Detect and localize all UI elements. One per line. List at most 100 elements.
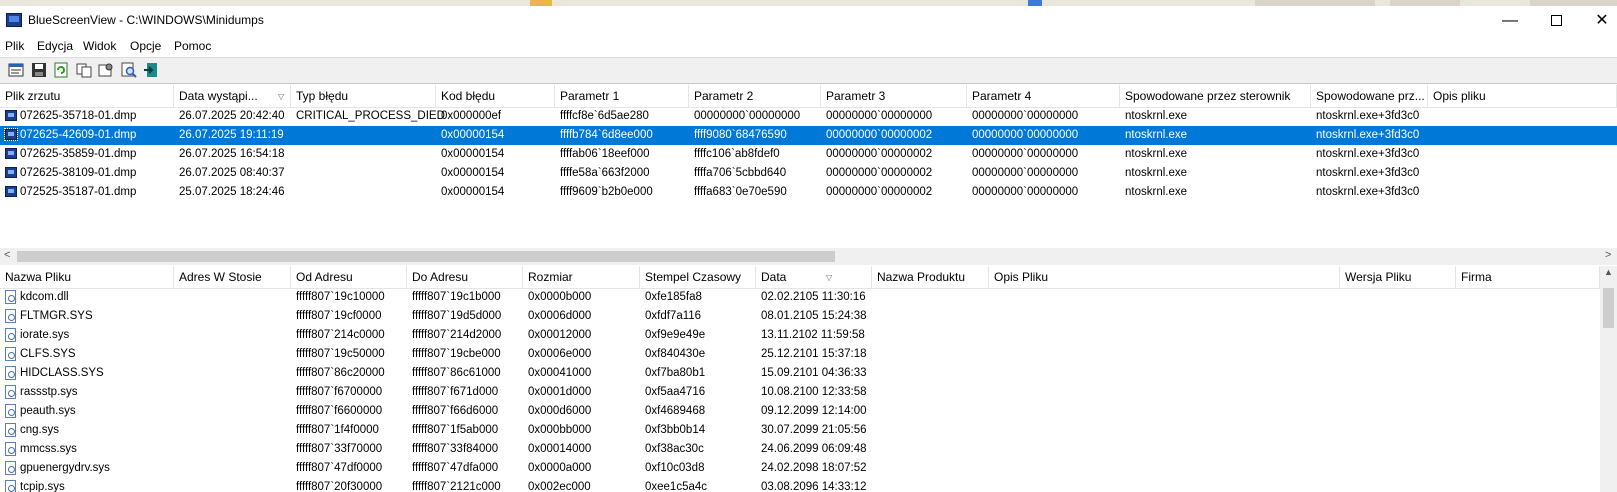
cell-bug-check: CRITICAL_PROCESS_DIED: [296, 110, 445, 122]
cell-param-4: 00000000`00000000: [972, 110, 1079, 122]
table-row[interactable]: rassstp.sys fffff807`f6700000 fffff807`f…: [0, 383, 1617, 402]
copy-icon[interactable]: [75, 61, 93, 79]
col-nazwa-produktu[interactable]: Nazwa Produktu: [872, 266, 989, 288]
menu-opcje[interactable]: Opcje: [130, 39, 161, 53]
table-row[interactable]: CLFS.SYS fffff807`19c50000 fffff807`19cb…: [0, 345, 1617, 364]
table-row[interactable]: gpuenergydrv.sys fffff807`47df0000 fffff…: [0, 459, 1617, 478]
menu-plik[interactable]: Plik: [5, 39, 24, 53]
cell-crash-time: 26.07.2025 19:11:19: [179, 129, 284, 141]
col-rozmiar[interactable]: Rozmiar: [523, 266, 640, 288]
file-icon: [5, 347, 16, 361]
menu-widok[interactable]: Widok: [83, 39, 116, 53]
table-row[interactable]: FLTMGR.SYS fffff807`19cf0000 fffff807`19…: [0, 307, 1617, 326]
cell-driver: ntoskrnl.exe: [1125, 186, 1188, 198]
table-row[interactable]: 072625-35859-01.dmp 26.07.2025 16:54:18 …: [0, 145, 1617, 164]
col-typ-bledu[interactable]: Typ błędu: [291, 85, 436, 107]
cell-date: 03.08.2096 14:33:12: [761, 481, 867, 492]
close-button[interactable]: ✕: [1579, 8, 1617, 34]
toolbar: [0, 57, 1617, 84]
table-row[interactable]: iorate.sys fffff807`214c0000 fffff807`21…: [0, 326, 1617, 345]
dump-file-icon: [4, 128, 18, 141]
cell-param-3: 00000000`00000002: [826, 167, 933, 179]
cell-param-2: 00000000`00000000: [694, 110, 801, 122]
table-row[interactable]: 072625-38109-01.dmp 26.07.2025 08:40:37 …: [0, 164, 1617, 183]
cell-from-address: fffff807`86c20000: [296, 367, 385, 379]
cell-driver: ntoskrnl.exe: [1125, 167, 1188, 179]
minimize-button[interactable]: —: [1487, 8, 1533, 34]
scrollbar-thumb[interactable]: [17, 251, 835, 262]
table-row[interactable]: tcpip.sys fffff807`20f30000 fffff807`212…: [0, 478, 1617, 492]
col-od-adresu[interactable]: Od Adresu: [291, 266, 407, 288]
cell-to-address: fffff807`f671d000: [412, 386, 499, 398]
scroll-left-icon[interactable]: <: [4, 249, 10, 261]
cell-file-name: tcpip.sys: [20, 481, 65, 492]
menu-bar: Plik Edycja Widok Opcje Pomoc: [0, 36, 1617, 56]
cell-to-address: fffff807`214d2000: [412, 329, 502, 341]
col-kod-bledu[interactable]: Kod błędu: [436, 85, 555, 107]
table-row[interactable]: mmcss.sys fffff807`33f70000 fffff807`33f…: [0, 440, 1617, 459]
file-icon: [5, 366, 16, 380]
col-data-wystapienia[interactable]: Data wystąpi...: [174, 85, 291, 107]
col-parametr-2[interactable]: Parametr 2: [689, 85, 821, 107]
col-adres-w-stosie[interactable]: Adres W Stosie: [174, 266, 291, 288]
cell-size: 0x0001d000: [528, 386, 592, 398]
cell-size: 0x00041000: [528, 367, 592, 379]
cell-from-address: fffff807`19c50000: [296, 348, 385, 360]
scrollbar-thumb[interactable]: [1603, 288, 1614, 328]
file-icon: [5, 290, 16, 304]
cell-to-address: fffff807`19cbe000: [412, 348, 501, 360]
table-row[interactable]: 072525-35187-01.dmp 25.07.2025 18:24:46 …: [0, 183, 1617, 202]
col-spowodowane-sterownik[interactable]: Spowodowane przez sterownik: [1120, 85, 1311, 107]
sort-desc-icon: ▽: [826, 273, 833, 282]
cell-timestamp: 0xf4689468: [645, 405, 706, 417]
cell-date: 15.09.2101 04:36:33: [761, 367, 867, 379]
col-parametr-4[interactable]: Parametr 4: [967, 85, 1120, 107]
cell-file-name: iorate.sys: [20, 329, 70, 341]
file-icon: [5, 461, 16, 475]
cell-timestamp: 0xf9e9e49e: [645, 329, 706, 341]
properties-icon[interactable]: [7, 61, 25, 79]
options-icon[interactable]: [97, 61, 115, 79]
refresh-icon[interactable]: [52, 61, 70, 79]
menu-pomoc[interactable]: Pomoc: [174, 39, 211, 53]
cell-address: ntoskrnl.exe+3fd3c0: [1316, 167, 1420, 179]
cell-from-address: fffff807`214c0000: [296, 329, 385, 341]
menu-edycja[interactable]: Edycja: [37, 39, 73, 53]
save-icon[interactable]: [30, 61, 48, 79]
col-nazwa-pliku[interactable]: Nazwa Pliku: [0, 266, 174, 288]
col-plik-zrzutu[interactable]: Plik zrzutu: [0, 85, 174, 107]
table-row-selected[interactable]: 072625-42609-01.dmp 26.07.2025 19:11:19 …: [0, 126, 1617, 145]
cell-dump-file: 072625-38109-01.dmp: [20, 167, 137, 179]
cell-dump-file: 072625-42609-01.dmp: [20, 129, 137, 141]
col-opis-pliku[interactable]: Opis Pliku: [989, 266, 1340, 288]
col-opis-pliku[interactable]: Opis pliku: [1428, 85, 1617, 107]
col-spowodowane-adres[interactable]: Spowodowane prz...: [1311, 85, 1428, 107]
scroll-right-icon[interactable]: >: [1605, 249, 1611, 261]
cell-to-address: fffff807`2121c000: [412, 481, 501, 492]
table-row[interactable]: cng.sys fffff807`1f4f0000 fffff807`1f5ab…: [0, 421, 1617, 440]
file-icon: [5, 385, 16, 399]
cell-dump-file: 072525-35187-01.dmp: [20, 186, 137, 198]
col-stempel-czasowy[interactable]: Stempel Czasowy: [640, 266, 756, 288]
col-data[interactable]: Data: [756, 266, 872, 288]
table-row[interactable]: HIDCLASS.SYS fffff807`86c20000 fffff807`…: [0, 364, 1617, 383]
table-row[interactable]: kdcom.dll fffff807`19c10000 fffff807`19c…: [0, 288, 1617, 307]
table-row[interactable]: 072625-35718-01.dmp 26.07.2025 20:42:40 …: [0, 107, 1617, 126]
horizontal-scrollbar[interactable]: < >: [0, 248, 1617, 265]
cell-timestamp: 0xf38ac30c: [645, 443, 704, 455]
find-icon[interactable]: [120, 61, 138, 79]
table-row[interactable]: peauth.sys fffff807`f6600000 fffff807`f6…: [0, 402, 1617, 421]
col-parametr-3[interactable]: Parametr 3: [821, 85, 967, 107]
col-parametr-1[interactable]: Parametr 1: [555, 85, 689, 107]
cell-size: 0x0006e000: [528, 348, 592, 360]
col-firma[interactable]: Firma: [1456, 266, 1600, 288]
col-do-adresu[interactable]: Do Adresu: [407, 266, 523, 288]
maximize-button[interactable]: [1533, 8, 1579, 34]
col-wersja-pliku[interactable]: Wersja Pliku: [1340, 266, 1456, 288]
vertical-scrollbar[interactable]: ▲: [1600, 266, 1617, 492]
scroll-up-icon[interactable]: ▲: [1604, 267, 1613, 277]
cell-size: 0x0006d000: [528, 310, 592, 322]
title-bar: BlueScreenView - C:\WINDOWS\Minidumps — …: [0, 6, 1617, 36]
cell-date: 24.02.2098 18:07:52: [761, 462, 867, 474]
exit-icon[interactable]: [142, 61, 160, 79]
